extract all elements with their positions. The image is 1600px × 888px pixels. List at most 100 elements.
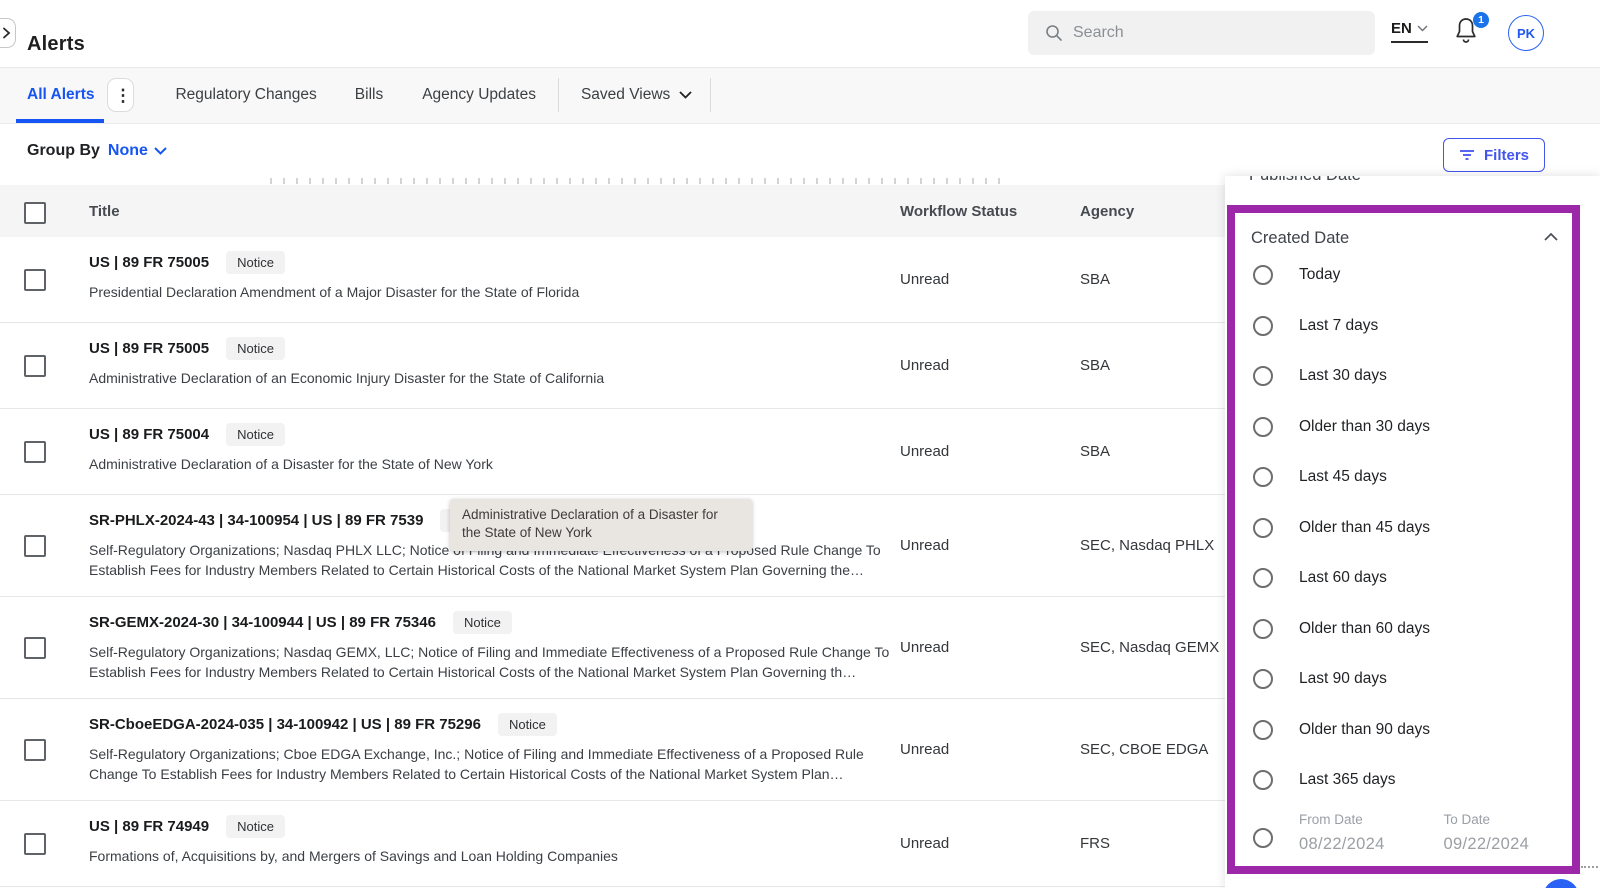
select-all-checkbox[interactable]	[24, 202, 46, 224]
agency: FRS	[1080, 801, 1110, 886]
alert-id[interactable]: SR-PHLX-2024-43 | 34-100954 | US | 89 FR…	[89, 512, 423, 529]
option-label: Last 60 days	[1299, 569, 1387, 587]
row-checkbox[interactable]	[24, 535, 46, 557]
option-label: Older than 90 days	[1299, 721, 1430, 739]
date-filter-option[interactable]: Today	[1235, 250, 1572, 301]
kebab-menu-button[interactable]: ⋮	[107, 78, 134, 112]
created-date-section-header[interactable]: Created Date	[1235, 213, 1572, 250]
radio-button[interactable]	[1253, 619, 1273, 639]
avatar[interactable]: PK	[1508, 15, 1544, 51]
date-filter-option[interactable]: Last 60 days	[1235, 553, 1572, 604]
dotted-marks	[1581, 866, 1598, 868]
alert-description: Self-Regulatory Organizations; Nasdaq GE…	[89, 642, 894, 682]
filters-panel: Published Date Created Date Today Last 7…	[1225, 176, 1600, 888]
alert-id[interactable]: US | 89 FR 75005	[89, 340, 209, 357]
date-filter-option[interactable]: Older than 30 days	[1235, 402, 1572, 453]
search-placeholder: Search	[1073, 24, 1124, 42]
alert-description: Self-Regulatory Organizations; Cboe EDGA…	[89, 744, 894, 784]
workflow-status: Unread	[900, 237, 949, 322]
row-checkbox[interactable]	[24, 637, 46, 659]
date-filter-option[interactable]: Last 45 days	[1235, 452, 1572, 503]
chevron-down-icon	[679, 91, 692, 99]
option-label: Last 7 days	[1299, 317, 1378, 335]
radio-button[interactable]	[1253, 518, 1273, 538]
top-bar: Alerts Search EN 1 PK	[0, 0, 1600, 68]
row-checkbox[interactable]	[24, 833, 46, 855]
chevron-up-icon[interactable]	[1544, 232, 1558, 241]
notification-count-badge: 1	[1473, 12, 1489, 28]
tab-regulatory-changes[interactable]: Regulatory Changes	[175, 86, 316, 104]
radio-button[interactable]	[1253, 770, 1273, 790]
tab-agency-updates[interactable]: Agency Updates	[422, 86, 536, 104]
tab-all-alerts[interactable]: All Alerts	[27, 86, 94, 104]
clipped-scrolled-row	[270, 178, 1005, 184]
workflow-status: Unread	[900, 409, 949, 494]
date-filter-option[interactable]: Older than 45 days	[1235, 503, 1572, 554]
radio-button[interactable]	[1253, 366, 1273, 386]
row-checkbox[interactable]	[24, 441, 46, 463]
tab-bills[interactable]: Bills	[355, 86, 383, 104]
column-header-title: Title	[89, 203, 120, 220]
radio-button[interactable]	[1253, 417, 1273, 437]
column-header-agency: Agency	[1080, 203, 1134, 220]
date-filter-option[interactable]: Last 7 days	[1235, 301, 1572, 352]
row-checkbox[interactable]	[24, 269, 46, 291]
alert-description: Administrative Declaration of an Economi…	[89, 368, 894, 388]
option-label: Older than 45 days	[1299, 519, 1430, 537]
agency: SEC, Nasdaq GEMX	[1080, 597, 1219, 698]
radio-button[interactable]	[1253, 316, 1273, 336]
filters-button[interactable]: Filters	[1443, 138, 1545, 172]
radio-button[interactable]	[1253, 828, 1273, 848]
radio-button[interactable]	[1253, 669, 1273, 689]
date-filter-option[interactable]: Last 365 days	[1235, 755, 1572, 806]
workflow-status: Unread	[900, 495, 949, 596]
search-input[interactable]: Search	[1028, 11, 1375, 55]
agency: SBA	[1080, 409, 1110, 494]
notifications-button[interactable]: 1	[1452, 15, 1486, 53]
date-filter-option[interactable]: Last 30 days	[1235, 351, 1572, 402]
notice-badge: Notice	[226, 251, 285, 274]
date-filter-option[interactable]: Older than 90 days	[1235, 705, 1572, 756]
agency: SBA	[1080, 237, 1110, 322]
from-date-field[interactable]: From Date 08/22/2024	[1299, 812, 1428, 854]
row-checkbox[interactable]	[24, 355, 46, 377]
agency: SEC, CBOE EDGA	[1080, 699, 1208, 800]
row-checkbox[interactable]	[24, 739, 46, 761]
alert-id[interactable]: SR-GEMX-2024-30 | 34-100944 | US | 89 FR…	[89, 614, 436, 631]
alert-id[interactable]: US | 89 FR 75004	[89, 426, 209, 443]
option-label: Last 45 days	[1299, 468, 1387, 486]
sidebar-expand-button[interactable]	[0, 18, 16, 48]
from-date-label: From Date	[1299, 812, 1428, 827]
alert-description: Formations of, Acquisitions by, and Merg…	[89, 846, 894, 866]
custom-date-range-option[interactable]: From Date 08/22/2024 To Date 09/22/2024	[1235, 812, 1572, 854]
language-selector[interactable]: EN	[1391, 20, 1428, 43]
radio-button[interactable]	[1253, 568, 1273, 588]
notice-badge: Notice	[226, 423, 285, 446]
alert-id[interactable]: US | 89 FR 75005	[89, 254, 209, 271]
date-filter-option[interactable]: Last 90 days	[1235, 654, 1572, 705]
notice-badge: Notice	[498, 713, 557, 736]
active-tab-underline	[16, 119, 104, 123]
group-by-value-button[interactable]: None	[108, 142, 167, 160]
workflow-status: Unread	[900, 699, 949, 800]
language-code: EN	[1391, 20, 1412, 37]
radio-button[interactable]	[1253, 265, 1273, 285]
notice-badge: Notice	[226, 815, 285, 838]
to-date-field[interactable]: To Date 09/22/2024	[1444, 812, 1573, 854]
option-label: Older than 30 days	[1299, 418, 1430, 436]
tab-saved-views[interactable]: Saved Views	[581, 86, 692, 104]
search-icon	[1045, 24, 1063, 42]
chevron-down-icon	[154, 147, 167, 155]
option-label: Last 90 days	[1299, 670, 1387, 688]
chevron-down-icon	[1417, 25, 1428, 32]
date-filter-option[interactable]: Older than 60 days	[1235, 604, 1572, 655]
alert-id[interactable]: SR-CboeEDGA-2024-035 | 34-100942 | US | …	[89, 716, 481, 733]
to-date-value: 09/22/2024	[1444, 835, 1573, 854]
radio-button[interactable]	[1253, 720, 1273, 740]
alert-description: Presidential Declaration Amendment of a …	[89, 282, 894, 302]
alerts-page: Alerts Search EN 1 PK All Aler	[0, 0, 1600, 888]
radio-button[interactable]	[1253, 467, 1273, 487]
page-title: Alerts	[27, 33, 85, 56]
workflow-status: Unread	[900, 597, 949, 698]
alert-id[interactable]: US | 89 FR 74949	[89, 818, 209, 835]
